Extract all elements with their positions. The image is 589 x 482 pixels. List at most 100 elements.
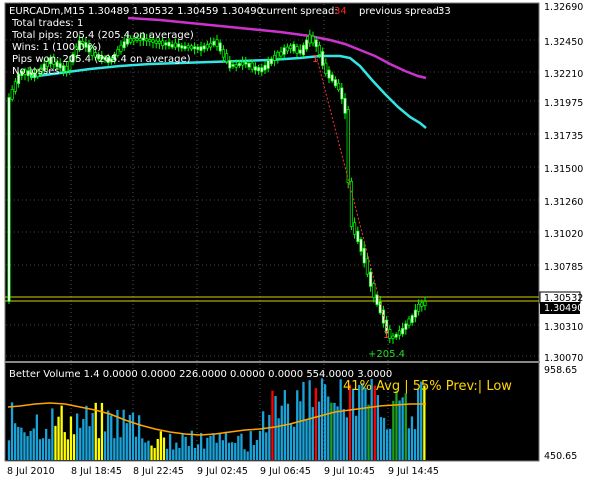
candle-body <box>359 238 363 252</box>
volume-axis-min: 450.65 <box>544 451 577 462</box>
candle-body <box>289 45 293 49</box>
candle-body <box>369 271 373 287</box>
volume-bar <box>51 408 54 460</box>
time-axis[interactable]: 8 Jul 2010 8 Jul 18:45 8 Jul 22:45 9 Jul… <box>7 466 439 477</box>
volume-bar <box>345 417 348 460</box>
candle-body <box>308 34 312 44</box>
volume-bar <box>215 442 218 460</box>
volume-bar <box>41 438 45 460</box>
volume-bar <box>125 423 128 460</box>
candle-body <box>420 302 424 307</box>
candle-body <box>343 97 347 114</box>
volume-bar <box>237 435 240 460</box>
candle-body <box>327 69 331 79</box>
stats-total-trades: Total trades: 1 <box>11 18 83 29</box>
volume-bar <box>280 405 283 460</box>
candle-body <box>394 333 398 338</box>
volume-bar <box>339 379 342 460</box>
candle-body <box>397 330 401 336</box>
candle-body <box>199 46 203 52</box>
volume-bar <box>320 378 324 460</box>
candle-body <box>269 58 273 65</box>
stats-losses: No losses <box>12 66 59 77</box>
price-tick: 1.32690 <box>544 2 583 13</box>
volume-bar <box>85 405 88 460</box>
candle-body <box>423 301 427 306</box>
volume-bar <box>252 445 255 460</box>
candle-body <box>375 294 379 305</box>
candle-body <box>372 283 376 298</box>
volume-bar <box>355 415 358 460</box>
volume-bar <box>147 440 150 460</box>
volume-bar <box>159 431 162 460</box>
price-tick: 1.31735 <box>544 131 583 142</box>
candle-body <box>237 63 241 67</box>
volume-bar <box>91 412 94 460</box>
candle-body <box>61 65 65 72</box>
volume-bar <box>94 402 97 460</box>
volume-bar <box>57 416 60 460</box>
price-tick: 1.30785 <box>544 262 583 273</box>
volume-bar <box>317 401 321 460</box>
volume-bar <box>351 388 355 460</box>
candle-body <box>189 45 193 50</box>
candle-body <box>401 328 405 335</box>
volume-bar <box>423 385 426 460</box>
candle-body <box>244 61 248 65</box>
time-tick: 9 Jul 02:45 <box>197 466 248 477</box>
price-tick: 1.30310 <box>544 322 583 333</box>
candle-body <box>298 49 302 54</box>
candle-body <box>177 43 181 48</box>
time-tick: 8 Jul 2010 <box>7 466 55 477</box>
volume-bar <box>131 412 135 460</box>
volume-bar <box>134 436 138 460</box>
candle-body <box>321 51 325 66</box>
trading-chart-window[interactable]: 1 1 +205.4 EURCADm,M15 1.30489 1.30532 1… <box>0 0 589 482</box>
candle-body <box>170 44 174 48</box>
ohlc-values: 1.30489 1.30532 1.30459 1.30490 <box>88 6 263 17</box>
volume-bar <box>20 427 23 460</box>
price-tick: 1.32450 <box>544 37 583 48</box>
volume-bar <box>305 419 308 460</box>
volume-bar <box>63 432 66 460</box>
volume-bar <box>29 430 32 460</box>
candle-body <box>65 65 69 72</box>
stats-wins: Wins: 1 (100.0 %) <box>12 42 101 53</box>
volume-bar <box>175 442 178 460</box>
candle-body <box>173 42 177 48</box>
volume-bar <box>324 384 327 460</box>
candle-body <box>292 43 296 52</box>
price-tick: 1.31020 <box>544 229 583 240</box>
candle-body <box>257 67 261 72</box>
candle-body <box>282 47 286 55</box>
trade-exit-marker: 1 <box>383 330 389 341</box>
candle-body <box>330 74 334 82</box>
volume-bar <box>224 431 228 460</box>
candle-body <box>333 79 337 87</box>
candle-body <box>164 42 168 46</box>
volume-bar <box>138 415 141 460</box>
candle-body <box>273 54 277 61</box>
candle-body <box>314 39 318 48</box>
candle-body <box>340 87 344 100</box>
volume-bar <box>314 388 317 460</box>
candle-body <box>263 64 267 71</box>
volume-bar <box>165 448 169 460</box>
volume-bar <box>54 425 57 460</box>
candle-body <box>10 89 14 100</box>
volume-bar <box>227 442 231 460</box>
candle-body <box>301 44 305 56</box>
candle-body <box>212 41 216 46</box>
volume-bar <box>209 435 212 460</box>
volume-bar <box>327 396 330 460</box>
volume-bar <box>122 409 125 460</box>
time-tick: 9 Jul 06:45 <box>260 466 311 477</box>
volume-bar <box>66 439 69 460</box>
volume-bar <box>395 390 398 460</box>
volume-bar <box>293 426 296 460</box>
volume-bar <box>379 417 383 460</box>
volume-bar <box>107 410 110 460</box>
volume-bar <box>35 414 38 460</box>
volume-bar <box>48 438 51 460</box>
volume-bar <box>23 432 26 460</box>
